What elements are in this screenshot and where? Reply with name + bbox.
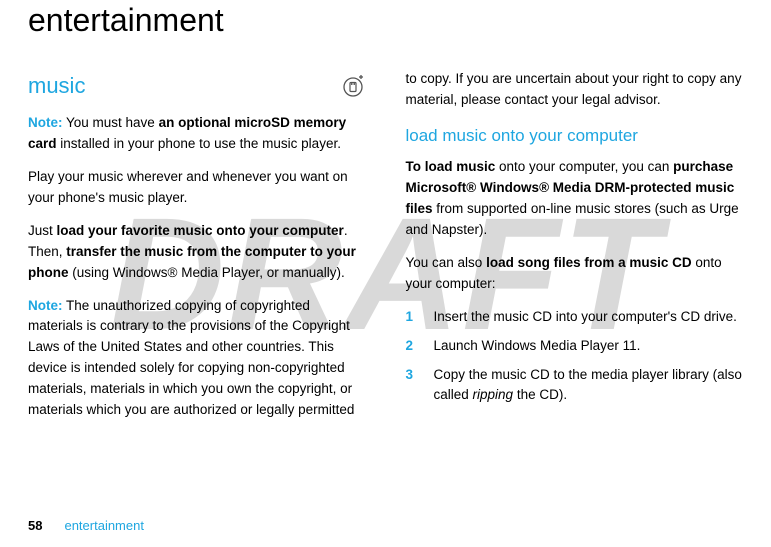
footer: 58 entertainment [28, 518, 144, 533]
note-label: Note: [28, 115, 63, 130]
text: (using Windows® Media Player, or manuall… [69, 265, 345, 280]
left-column: music Note: You [28, 69, 366, 433]
text: Just [28, 223, 57, 238]
text: onto your computer, you can [495, 159, 673, 174]
list-item: 2 Launch Windows Media Player 11. [406, 336, 744, 357]
list-text: Copy the music CD to the media player li… [434, 365, 744, 407]
page-number: 58 [28, 518, 42, 533]
bold-text: To load music [406, 159, 496, 174]
paragraph: Just load your favorite music onto your … [28, 221, 366, 284]
text: The unauthorized copying of copyrighted … [28, 298, 354, 418]
page-title: entertainment [28, 0, 743, 39]
paragraph: Play your music wherever and whenever yo… [28, 167, 366, 209]
text: from supported on-line music stores (suc… [406, 201, 739, 237]
right-column: to copy. If you are uncertain about your… [406, 69, 744, 433]
text: the CD). [513, 387, 567, 402]
paragraph: to copy. If you are uncertain about your… [406, 69, 744, 111]
paragraph: You can also load song files from a musi… [406, 253, 744, 295]
list-item: 3 Copy the music CD to the media player … [406, 365, 744, 407]
music-heading-row: music [28, 69, 366, 103]
italic-text: ripping [473, 387, 514, 402]
page-content: entertainment music [0, 0, 771, 453]
bold-text: load your favorite music onto your compu… [57, 223, 344, 238]
note-label: Note: [28, 298, 63, 313]
list-number: 1 [406, 307, 434, 328]
bold-text: load song files from a music CD [486, 255, 692, 270]
text: installed in your phone to use the music… [57, 136, 341, 151]
list-text: Insert the music CD into your computer's… [434, 307, 744, 328]
list-text: Launch Windows Media Player 11. [434, 336, 744, 357]
sd-card-icon [340, 73, 366, 99]
note-paragraph-1: Note: You must have an optional microSD … [28, 113, 366, 155]
list-item: 1 Insert the music CD into your computer… [406, 307, 744, 328]
list-number: 2 [406, 336, 434, 357]
note-paragraph-2: Note: The unauthorized copying of copyri… [28, 296, 366, 422]
load-music-heading: load music onto your computer [406, 123, 744, 149]
footer-text: entertainment [64, 518, 144, 533]
music-heading: music [28, 69, 85, 103]
list-number: 3 [406, 365, 434, 407]
paragraph: To load music onto your computer, you ca… [406, 157, 744, 241]
columns: music Note: You [28, 69, 743, 433]
text: You can also [406, 255, 487, 270]
text: You must have [63, 115, 159, 130]
